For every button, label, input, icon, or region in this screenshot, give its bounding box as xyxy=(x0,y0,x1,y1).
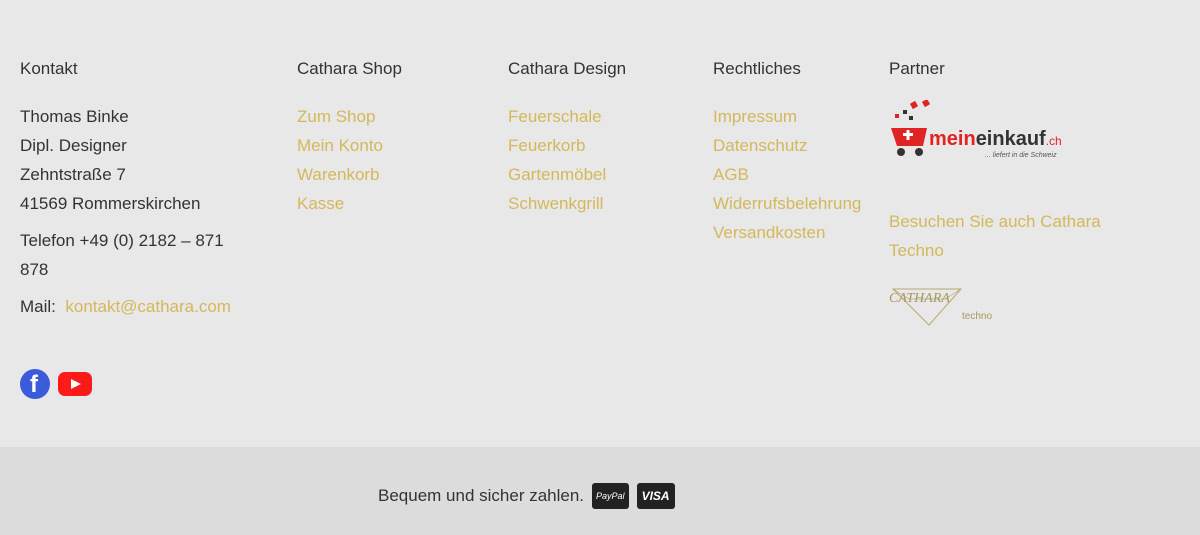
kontakt-column: Kontakt Thomas Binke Dipl. Designer Zehn… xyxy=(20,58,231,321)
meineinkauf-suffix: .ch xyxy=(1045,134,1062,148)
shop-heading: Cathara Shop xyxy=(297,59,402,78)
design-link-feuerschale[interactable]: Feuerschale xyxy=(508,102,626,131)
shop-link-warenkorb[interactable]: Warenkorb xyxy=(297,160,402,189)
mail-link[interactable]: kontakt@cathara.com xyxy=(65,297,231,316)
design-link-gartenmoebel[interactable]: Gartenmöbel xyxy=(508,160,626,189)
contact-name: Thomas Binke xyxy=(20,107,129,126)
design-column: Cathara Design Feuerschale Feuerkorb Gar… xyxy=(508,58,626,218)
shop-column: Cathara Shop Zum Shop Mein Konto Warenko… xyxy=(297,58,402,218)
legal-column: Rechtliches Impressum Datenschutz AGB Wi… xyxy=(713,58,861,247)
techno-logo-sub: techno xyxy=(962,311,993,322)
payment-info: Bequem und sicher zahlen. PayPal VISA xyxy=(378,483,675,509)
paypal-icon: PayPal xyxy=(592,483,629,509)
shop-link-mein-konto[interactable]: Mein Konto xyxy=(297,131,402,160)
payment-text: Bequem und sicher zahlen. xyxy=(378,486,585,505)
legal-link-widerruf[interactable]: Widerrufsbelehrung xyxy=(713,189,861,218)
contact-mail-row: Mail: kontakt@cathara.com xyxy=(20,292,231,321)
contact-phone: Telefon +49 (0) 2182 – 871 xyxy=(20,231,224,250)
design-link-feuerkorb[interactable]: Feuerkorb xyxy=(508,131,626,160)
social-links xyxy=(20,369,92,399)
contact-city: 41569 Rommerskirchen xyxy=(20,194,201,213)
partner-heading: Partner xyxy=(889,59,945,78)
legal-link-datenschutz[interactable]: Datenschutz xyxy=(713,131,861,160)
legal-link-impressum[interactable]: Impressum xyxy=(713,102,861,131)
partner-column: Partner meineinkauf.ch ... liefert in di… xyxy=(889,58,1101,335)
design-link-schwenkgrill[interactable]: Schwenkgrill xyxy=(508,189,626,218)
contact-phone-cont: 878 xyxy=(20,260,49,279)
techno-logo-main: CATHARA xyxy=(889,291,950,306)
kontakt-heading: Kontakt xyxy=(20,59,78,78)
visa-icon: VISA xyxy=(636,483,675,509)
meineinkauf-logo[interactable]: meineinkauf.ch ... liefert in die Schwei… xyxy=(889,100,1089,164)
cathara-techno-link-cont[interactable]: Techno xyxy=(889,236,1101,265)
mail-label: Mail: xyxy=(20,297,56,316)
shop-link-kasse[interactable]: Kasse xyxy=(297,189,402,218)
cathara-techno-logo[interactable]: CATHARA techno xyxy=(889,285,1009,335)
shop-link-zum-shop[interactable]: Zum Shop xyxy=(297,102,402,131)
youtube-icon[interactable] xyxy=(58,372,92,396)
meineinkauf-tagline: ... liefert in die Schweiz xyxy=(985,152,1057,159)
footer-main: Kontakt Thomas Binke Dipl. Designer Zehn… xyxy=(0,0,1200,447)
meineinkauf-logo-text: meineinkauf.ch xyxy=(929,128,1062,150)
cathara-techno-link[interactable]: Besuchen Sie auch Cathara xyxy=(889,207,1101,236)
legal-link-agb[interactable]: AGB xyxy=(713,160,861,189)
facebook-icon[interactable] xyxy=(20,369,50,399)
legal-link-versandkosten[interactable]: Versandkosten xyxy=(713,218,861,247)
contact-street: Zehntstraße 7 xyxy=(20,165,126,184)
design-heading: Cathara Design xyxy=(508,59,627,78)
contact-title: Dipl. Designer xyxy=(20,136,127,155)
legal-heading: Rechtliches xyxy=(713,59,801,78)
